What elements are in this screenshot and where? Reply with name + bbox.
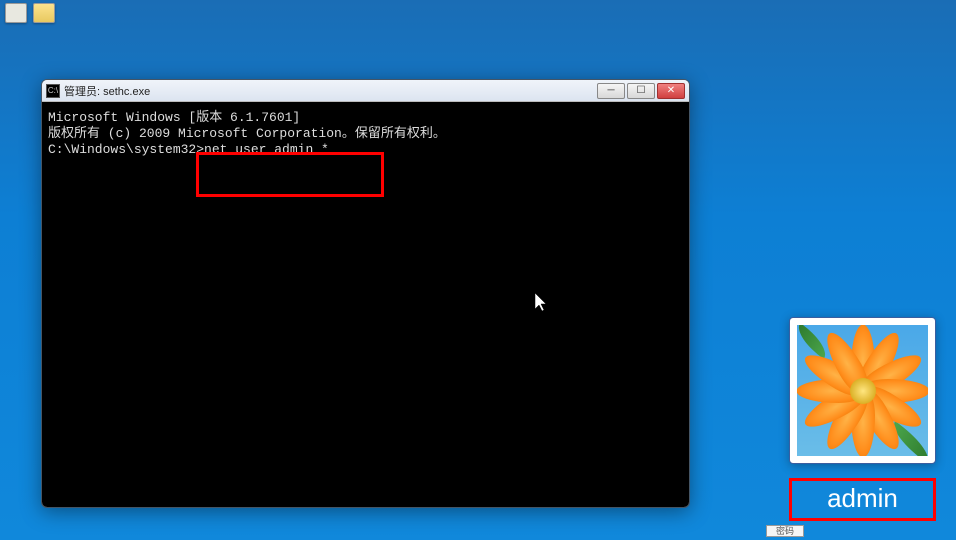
minimize-button[interactable]: ─	[597, 83, 625, 99]
user-tile[interactable]: admin	[789, 317, 936, 521]
command-highlight	[196, 152, 384, 197]
username-highlight: admin	[789, 478, 936, 521]
cmd-line: Microsoft Windows [版本 6.1.7601]	[48, 110, 683, 126]
cmd-title: 管理员: sethc.exe	[64, 83, 597, 99]
desktop-icons	[5, 3, 55, 23]
username-label: admin	[792, 483, 933, 514]
cmd-window: C:\ 管理员: sethc.exe ─ ☐ ✕ Microsoft Windo…	[41, 79, 690, 508]
desktop-folder-icon[interactable]	[33, 3, 55, 23]
avatar-image	[797, 325, 928, 456]
cmd-icon: C:\	[46, 84, 60, 98]
cmd-body[interactable]: Microsoft Windows [版本 6.1.7601] 版权所有 (c)…	[42, 102, 689, 507]
desktop-window-icon[interactable]	[5, 3, 27, 23]
cmd-titlebar[interactable]: C:\ 管理员: sethc.exe ─ ☐ ✕	[42, 80, 689, 102]
cmd-line: 版权所有 (c) 2009 Microsoft Corporation。保留所有…	[48, 126, 683, 142]
maximize-button[interactable]: ☐	[627, 83, 655, 99]
cmd-window-controls: ─ ☐ ✕	[597, 83, 685, 99]
close-button[interactable]: ✕	[657, 83, 685, 99]
bottom-hint: 密码	[766, 525, 804, 537]
avatar-frame	[789, 317, 936, 464]
cmd-line: C:\Windows\system32>net user admin *_	[48, 142, 683, 158]
